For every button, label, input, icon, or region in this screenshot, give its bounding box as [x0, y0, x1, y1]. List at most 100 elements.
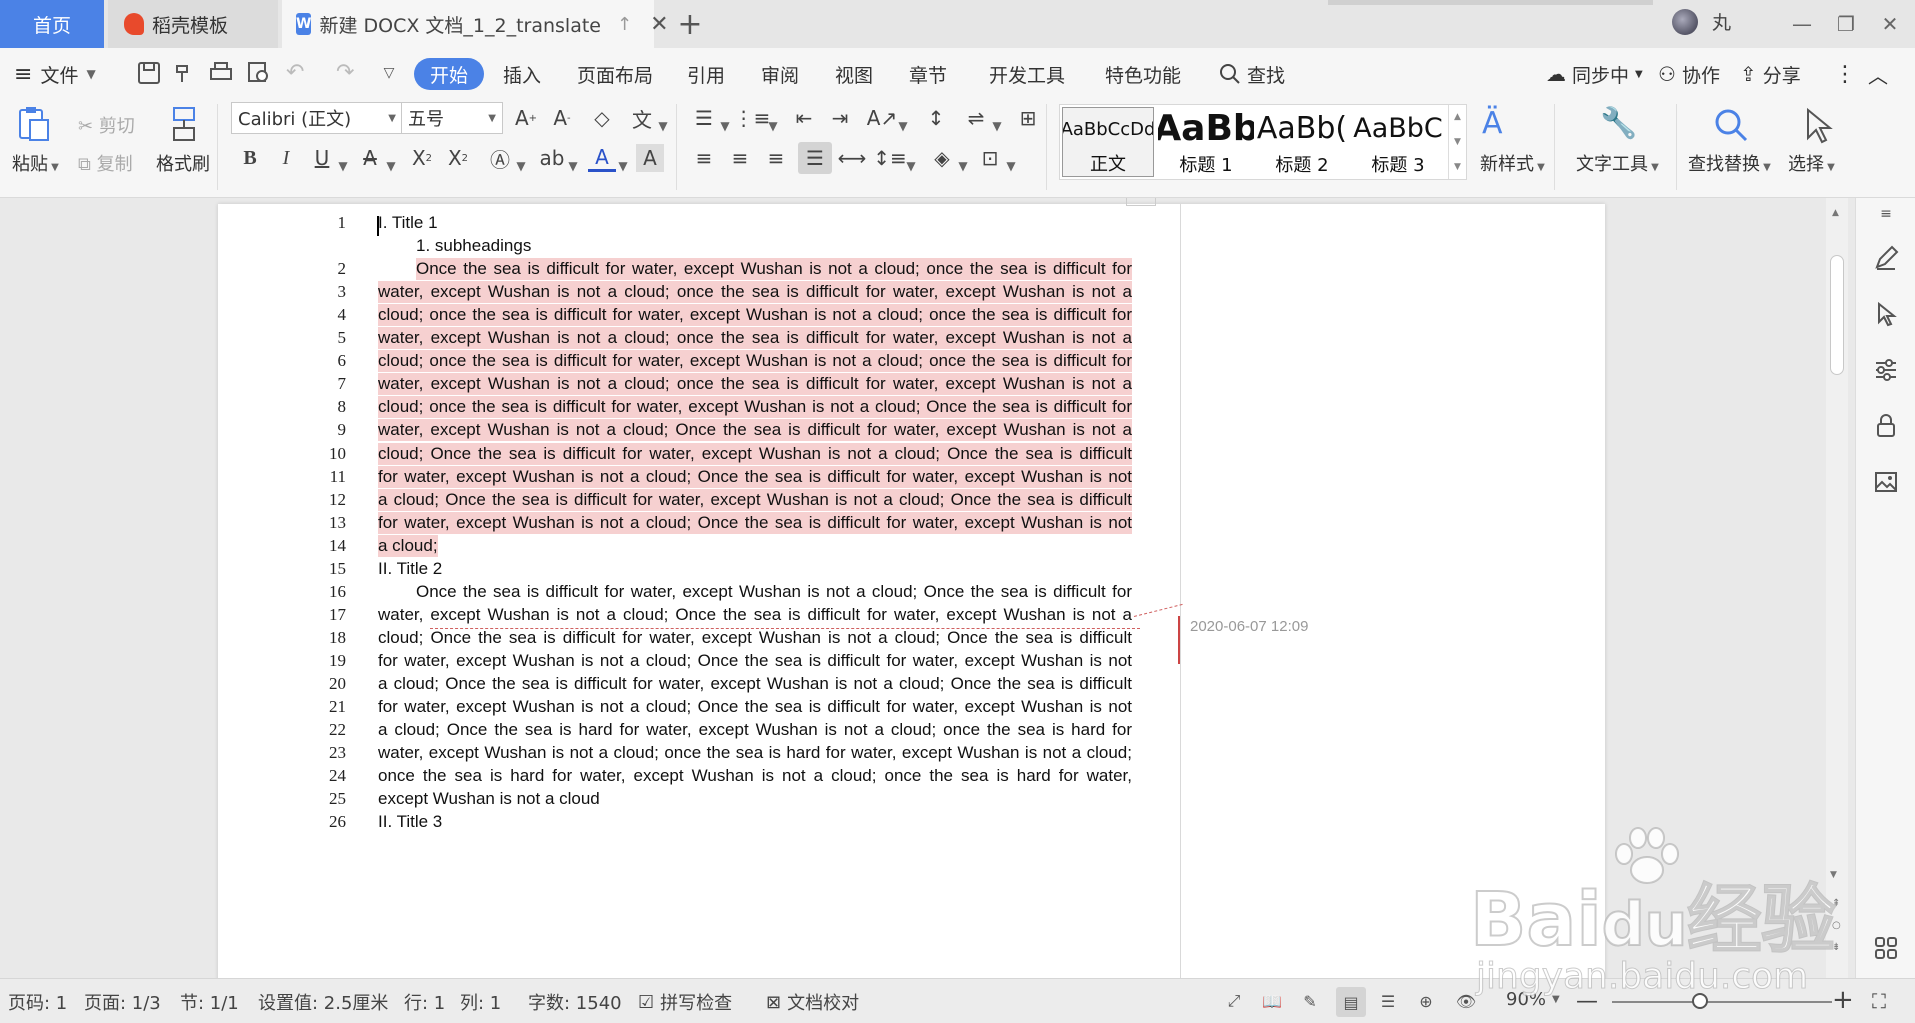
status-page-number[interactable]: 页码: 1	[8, 989, 67, 1015]
top-search-strip[interactable]	[1328, 0, 1653, 5]
upload-icon[interactable]: ↑	[617, 14, 632, 35]
collapse-ribbon-icon[interactable]: ︿	[1868, 58, 1888, 90]
text-line[interactable]: a cloud; Once the sea is difficult for w…	[378, 488, 1132, 511]
file-menu[interactable]: ≡ 文件 ▼	[14, 58, 96, 90]
text-line[interactable]: a cloud; Once the sea is difficult for w…	[378, 673, 1132, 695]
style-heading-3[interactable]: AaBbC 标题 3	[1350, 105, 1446, 179]
paste-icon[interactable]	[14, 104, 54, 144]
zoom-slider[interactable]	[1612, 1001, 1832, 1003]
chevron-down-icon[interactable]: ▼	[898, 112, 908, 140]
text-line[interactable]: water, except Wushan is not a cloud; onc…	[378, 373, 1132, 396]
tab-daoke-templates[interactable]: 稻壳模板	[108, 0, 278, 48]
collab-button[interactable]: ⚇ 协作	[1658, 58, 1720, 90]
text-tools-button[interactable]: 文字工具 ▼	[1576, 150, 1659, 176]
text-line[interactable]: cloud; once the sea is difficult for wat…	[378, 304, 1132, 327]
menu-special[interactable]: 特色功能	[1105, 58, 1181, 90]
highlight-icon[interactable]: ab	[538, 144, 566, 172]
font-color-icon[interactable]: A	[588, 144, 616, 172]
underline-icon[interactable]: U	[308, 144, 336, 172]
print-preview-icon[interactable]	[246, 60, 272, 86]
status-col[interactable]: 列: 1	[460, 989, 501, 1015]
text-line[interactable]: cloud; once the sea is difficult for wat…	[378, 396, 1132, 419]
style-normal[interactable]: AaBbCcDd 正文	[1062, 107, 1154, 177]
text-line[interactable]: water, except Wushan is not a cloud; Onc…	[378, 604, 1132, 626]
chevron-down-icon[interactable]: ▼	[992, 112, 1002, 140]
text-line[interactable]: for water, except Wushan is not a cloud;…	[378, 696, 1132, 718]
quick-access-more-icon[interactable]: ▽	[376, 60, 402, 86]
subscript-icon[interactable]: X2	[444, 144, 472, 172]
bold-icon[interactable]: B	[236, 144, 264, 172]
chevron-down-icon[interactable]: ▼	[568, 152, 578, 180]
grow-font-icon[interactable]: A +	[512, 104, 540, 132]
decrease-indent-icon[interactable]: ⇤	[790, 104, 818, 132]
italic-icon[interactable]: I	[272, 144, 300, 172]
tab-home[interactable]: 首页	[0, 0, 104, 48]
expand-icon[interactable]: ▼	[1454, 162, 1461, 172]
styles-scroll[interactable]: ▲ ▼ ▼	[1448, 105, 1466, 179]
clear-format-icon[interactable]: ◇	[588, 104, 616, 132]
strikethrough-icon[interactable]: A	[356, 144, 384, 172]
chevron-down-icon[interactable]: ▼	[516, 152, 526, 180]
lock-icon[interactable]	[1870, 410, 1902, 442]
scroll-up-icon[interactable]: ▲	[1832, 208, 1839, 218]
zoom-level[interactable]: 90% ▼	[1506, 989, 1560, 1010]
write-mode-icon[interactable]: ✎	[1296, 987, 1324, 1015]
phonetic-guide-icon[interactable]: 文	[628, 104, 656, 132]
new-style-button[interactable]: 新样式 ▼	[1480, 150, 1545, 176]
menu-page-layout[interactable]: 页面布局	[577, 58, 653, 90]
text-line[interactable]: water, except Wushan is not a cloud; onc…	[378, 742, 1132, 764]
distributed-align-icon[interactable]: ⟷	[838, 144, 867, 172]
find-replace-button[interactable]: 查找替换 ▼	[1688, 150, 1771, 176]
line-break-icon[interactable]: ⇌	[962, 104, 990, 132]
text-line[interactable]: for water, except Wushan is not a cloud;…	[378, 465, 1132, 488]
settings-sliders-icon[interactable]	[1870, 354, 1902, 386]
paste-button[interactable]: 粘贴 ▼	[12, 150, 59, 176]
page-view-icon[interactable]: ▤	[1336, 987, 1366, 1017]
zoom-out-icon[interactable]: —	[1576, 989, 1598, 1014]
shrink-font-icon[interactable]: A-	[548, 104, 576, 132]
share-button[interactable]: ⇪ 分享	[1740, 58, 1801, 90]
pointer-icon[interactable]	[1870, 298, 1902, 330]
fullscreen-icon[interactable]: ⤢	[1220, 987, 1248, 1015]
undo-icon[interactable]: ↶	[286, 60, 312, 86]
next-page-icon[interactable]: ⇟	[1832, 942, 1840, 953]
chevron-down-icon[interactable]: ▼	[1454, 137, 1461, 147]
bullet-list-icon[interactable]: ☰	[690, 104, 718, 132]
chevron-down-icon[interactable]: ▼	[658, 112, 668, 140]
text-line[interactable]: cloud; Once the sea is difficult for wat…	[378, 442, 1132, 465]
restore-icon[interactable]: ❐	[1832, 10, 1860, 38]
tab-document[interactable]: W 新建 DOCX 文档_1_2_translate ↑ ✕	[282, 0, 669, 48]
close-tab-icon[interactable]: ✕	[650, 12, 668, 37]
text-line[interactable]: I. Title 1	[378, 212, 1132, 234]
sort-icon[interactable]: ↕	[922, 104, 950, 132]
menu-view[interactable]: 视图	[835, 58, 873, 90]
text-line[interactable]: for water, except Wushan is not a cloud;…	[378, 650, 1132, 672]
align-left-icon[interactable]: ≡	[690, 144, 718, 172]
status-word-count[interactable]: 字数: 1540	[528, 989, 622, 1015]
char-shading-icon[interactable]: A	[636, 144, 664, 172]
eye-protection-icon[interactable]: 👁	[1452, 987, 1480, 1015]
text-line[interactable]: cloud; Once the sea is difficult for wat…	[378, 627, 1132, 649]
user-account[interactable]: 丸	[1672, 8, 1731, 35]
text-line[interactable]: 1. subheadings	[416, 235, 1132, 257]
doc-proof-button[interactable]: ⊠ 文档校对	[766, 989, 859, 1015]
more-icon[interactable]: ⋮	[1834, 58, 1856, 90]
scroll-down-icon[interactable]: ▼	[1830, 870, 1837, 880]
close-window-icon[interactable]: ✕	[1876, 10, 1904, 38]
pen-edit-icon[interactable]	[1870, 242, 1902, 274]
text-line[interactable]: water, except Wushan is not a cloud; Onc…	[378, 419, 1132, 442]
scrollbar-thumb[interactable]	[1830, 255, 1844, 375]
zoom-in-icon[interactable]: +	[1832, 985, 1854, 1015]
style-heading-1[interactable]: AaBb 标题 1	[1158, 105, 1254, 179]
align-right-icon[interactable]: ≡	[762, 144, 790, 172]
menu-insert[interactable]: 插入	[503, 58, 541, 90]
chevron-up-icon[interactable]: ▲	[1454, 112, 1461, 122]
text-line[interactable]: Once the sea is difficult for water, exc…	[416, 581, 1132, 603]
style-heading-2[interactable]: AaBb( 标题 2	[1254, 105, 1350, 179]
copy-button[interactable]: ⧉ 复制	[78, 150, 133, 176]
chevron-down-icon[interactable]: ▼	[618, 152, 628, 180]
print-icon[interactable]	[208, 60, 234, 86]
chevron-down-icon[interactable]: ▼	[906, 152, 916, 180]
minimize-icon[interactable]: —	[1788, 10, 1816, 38]
text-effect-icon[interactable]: Ⓐ	[486, 144, 514, 172]
